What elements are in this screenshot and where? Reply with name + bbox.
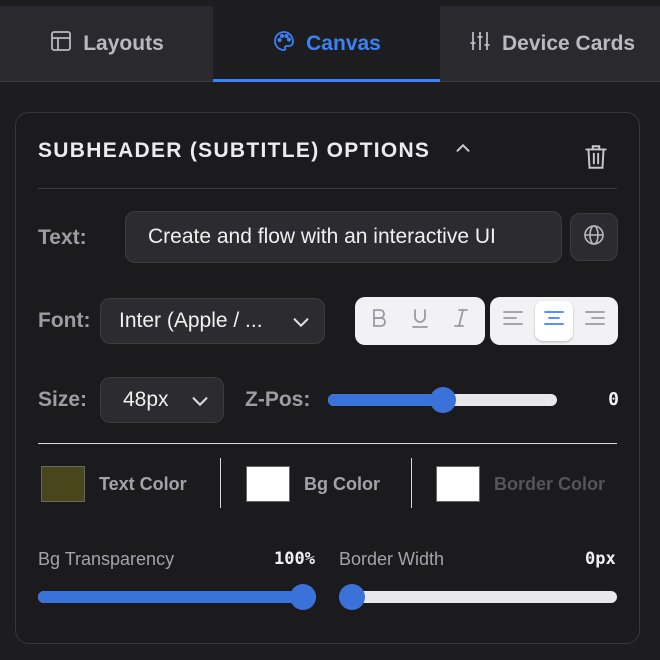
align-left-button[interactable]: [494, 301, 533, 341]
palette-icon: [272, 29, 296, 59]
separator: [220, 458, 221, 508]
bg-color-swatch[interactable]: [246, 466, 290, 502]
bg-transparency-slider-thumb[interactable]: [290, 584, 316, 610]
bg-transparency-slider[interactable]: [38, 584, 316, 610]
bold-icon: [367, 306, 391, 336]
subheader-options-panel: SUBHEADER (SUBTITLE) OPTIONS Text: Creat…: [15, 112, 640, 644]
tab-layouts[interactable]: Layouts: [0, 6, 213, 81]
text-label: Text:: [38, 226, 87, 249]
border-width-slider[interactable]: [339, 584, 617, 610]
text-style-group: [355, 297, 485, 345]
sliders-icon: [468, 29, 492, 59]
subheader-text-input[interactable]: Create and flow with an interactive UI: [125, 211, 562, 263]
align-right-button[interactable]: [575, 301, 614, 341]
divider: [38, 443, 617, 444]
zpos-slider-fill: [328, 394, 443, 406]
tab-device-cards[interactable]: Device Cards: [440, 6, 660, 81]
tab-layouts-label: Layouts: [83, 31, 164, 55]
bg-transparency-slider-fill: [38, 591, 303, 603]
zpos-value: 0: [608, 389, 619, 410]
size-select[interactable]: 48px: [100, 377, 224, 423]
align-left-icon: [501, 306, 525, 336]
border-color-swatch[interactable]: [436, 466, 480, 502]
text-align-group: [490, 297, 618, 345]
zpos-slider-thumb[interactable]: [429, 387, 456, 413]
border-width-label: Border Width: [339, 549, 445, 569]
bg-color-label: Bg Color: [304, 474, 380, 494]
align-right-icon: [583, 306, 607, 336]
text-color-swatch[interactable]: [41, 466, 85, 502]
underline-icon: [408, 306, 432, 336]
italic-icon: [449, 306, 473, 336]
tab-bar: Layouts Canvas Device Cards: [0, 0, 660, 82]
size-select-value: 48px: [123, 388, 169, 411]
border-width-value: 0px: [585, 549, 616, 569]
border-width-slider-thumb[interactable]: [339, 584, 365, 610]
chevron-up-icon[interactable]: [430, 137, 474, 164]
zpos-label: Z-Pos:: [245, 388, 311, 411]
bold-button[interactable]: [359, 301, 398, 341]
layout-icon: [49, 29, 73, 59]
font-select-value: Inter (Apple / ...: [119, 309, 263, 332]
font-label: Font:: [38, 309, 91, 332]
tab-canvas-label: Canvas: [306, 31, 381, 55]
bg-transparency-value: 100%: [274, 549, 315, 569]
color-row: Text Color Bg Color Border Color: [16, 458, 639, 510]
tab-canvas[interactable]: Canvas: [213, 6, 440, 82]
tab-device-cards-label: Device Cards: [502, 31, 636, 55]
align-center-icon: [542, 306, 566, 336]
translate-button[interactable]: [570, 213, 618, 261]
zpos-slider[interactable]: [328, 387, 557, 413]
text-color-label: Text Color: [99, 474, 187, 494]
underline-button[interactable]: [400, 301, 439, 341]
separator: [411, 458, 412, 508]
panel-header: SUBHEADER (SUBTITLE) OPTIONS: [38, 113, 617, 189]
align-center-button[interactable]: [534, 301, 574, 341]
font-select[interactable]: Inter (Apple / ...: [100, 298, 325, 344]
italic-button[interactable]: [441, 301, 480, 341]
panel-title: SUBHEADER (SUBTITLE) OPTIONS: [38, 138, 431, 162]
globe-icon: [582, 223, 606, 252]
size-label: Size:: [38, 388, 88, 411]
border-color-label: Border Color: [494, 474, 606, 494]
bg-transparency-label: Bg Transparency: [38, 549, 175, 569]
